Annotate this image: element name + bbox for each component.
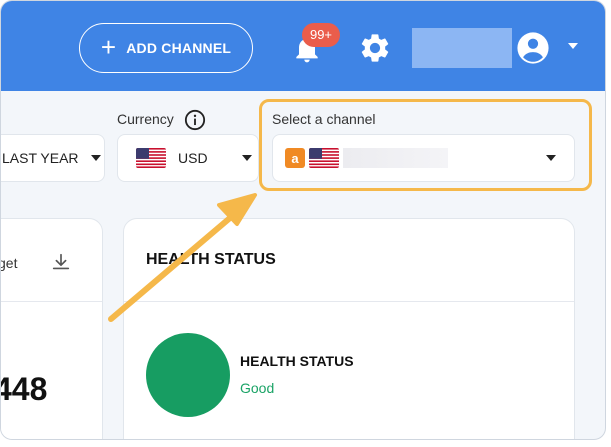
annotation-arrow — [108, 193, 257, 322]
app-window: + ADD CHANNEL 99+ LAST YEAR Currency USD… — [0, 0, 606, 440]
